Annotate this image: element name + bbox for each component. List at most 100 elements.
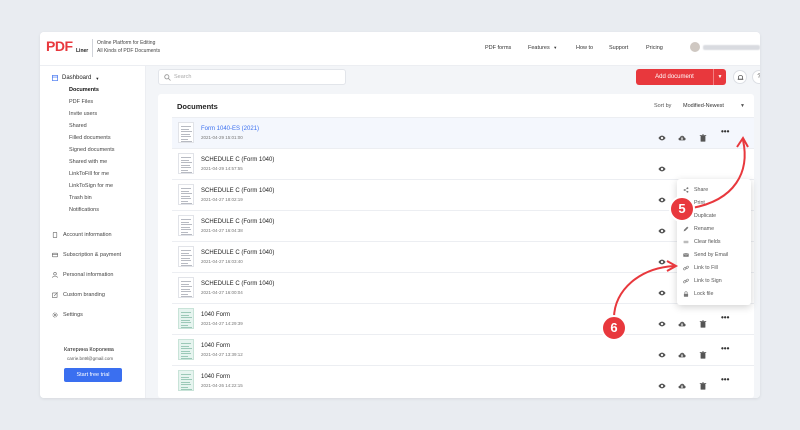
- eye-icon[interactable]: [658, 253, 666, 265]
- start-free-trial-button[interactable]: Start free trial: [64, 368, 122, 382]
- search-input[interactable]: Search: [158, 69, 346, 85]
- table-row[interactable]: Form 1040-ES (2021) 2021-04-29 15:01:00 ••…: [172, 117, 754, 148]
- menu-item-label: Link to Sign: [694, 278, 722, 284]
- chevron-down-icon[interactable]: ▼: [713, 69, 726, 85]
- more-icon[interactable]: •••: [721, 313, 729, 322]
- trash-icon[interactable]: [699, 129, 707, 142]
- main-content: Search Add document ▼ ? Documents Sort b…: [146, 66, 760, 398]
- sidebar-item-linktofill[interactable]: LinkToFill for me: [69, 171, 109, 177]
- avatar[interactable]: [690, 42, 700, 52]
- chevron-down-icon[interactable]: ▼: [740, 103, 745, 109]
- document-thumbnail[interactable]: [178, 308, 194, 329]
- account-user-name: Катерина Королева: [64, 347, 114, 353]
- sidebar-item-settings[interactable]: Settings: [52, 312, 83, 318]
- sort-label: Sort by: [654, 103, 672, 109]
- document-thumbnail[interactable]: [178, 184, 194, 205]
- sidebar-item-documents[interactable]: Documents: [69, 87, 99, 93]
- document-name[interactable]: 1040 Form: [201, 374, 230, 380]
- sidebar-item-personal-information[interactable]: Personal information: [52, 272, 113, 278]
- sort-select[interactable]: Modified-Newest: [683, 103, 724, 109]
- eye-icon[interactable]: [658, 284, 666, 296]
- table-row[interactable]: 1040 Form 2021-04-27 13:39:12 •••: [172, 334, 754, 365]
- sidebar-item-pdf-files[interactable]: PDF Files: [69, 99, 93, 105]
- sidebar-item-filled-documents[interactable]: Filled documents: [69, 135, 111, 141]
- download-icon[interactable]: [678, 315, 686, 327]
- table-row[interactable]: SCHEDULE C (Form 1040) 2021-04-27 18:02:1…: [172, 179, 754, 210]
- download-icon[interactable]: [678, 346, 686, 358]
- more-icon[interactable]: •••: [721, 127, 729, 136]
- more-icon[interactable]: •••: [721, 375, 729, 384]
- eye-icon[interactable]: [658, 222, 666, 234]
- sidebar-item-dashboard[interactable]: Dashboard ▼: [52, 75, 99, 81]
- user-icon: [52, 272, 58, 278]
- download-icon[interactable]: [678, 129, 686, 141]
- document-name[interactable]: SCHEDULE C (Form 1040): [201, 281, 274, 287]
- eye-icon[interactable]: [658, 377, 666, 389]
- trash-icon[interactable]: [699, 346, 707, 359]
- eye-icon[interactable]: [658, 315, 666, 327]
- help-button[interactable]: ?: [752, 70, 760, 84]
- menu-item-lock-file[interactable]: Lock file: [683, 291, 713, 297]
- notifications-button[interactable]: [733, 70, 747, 84]
- sidebar-item-shared-with-me[interactable]: Shared with me: [69, 159, 107, 165]
- dashboard-icon: [52, 75, 58, 81]
- nav-pdf-forms[interactable]: PDF forms: [485, 45, 511, 51]
- sidebar-item-linktosign[interactable]: LinkToSign for me: [69, 183, 113, 189]
- sidebar-item-subscription[interactable]: Subscription & payment: [52, 252, 121, 258]
- nav-pricing[interactable]: Pricing: [646, 45, 663, 51]
- document-name[interactable]: SCHEDULE C (Form 1040): [201, 157, 274, 163]
- sidebar-item-account-information[interactable]: Account information: [52, 232, 112, 238]
- table-row[interactable]: SCHEDULE C (Form 1040) 2021-04-27 16:00:0…: [172, 272, 754, 303]
- link-icon: [683, 265, 689, 271]
- trash-icon[interactable]: [699, 377, 707, 390]
- sidebar-item-invite-users[interactable]: Invite users: [69, 111, 97, 117]
- sidebar-item-notifications[interactable]: Notifications: [69, 207, 99, 213]
- eye-icon[interactable]: [658, 129, 666, 141]
- sidebar-item-custom-branding[interactable]: Custom branding: [52, 292, 105, 298]
- document-thumbnail[interactable]: [178, 370, 194, 391]
- document-name[interactable]: SCHEDULE C (Form 1040): [201, 219, 274, 225]
- eye-icon[interactable]: [658, 191, 666, 203]
- table-row[interactable]: SCHEDULE C (Form 1040) 2021-04-29 14:57:5…: [172, 148, 754, 179]
- document-thumbnail[interactable]: [178, 153, 194, 174]
- sidebar-item-shared[interactable]: Shared: [69, 123, 87, 129]
- menu-item-link-to-sign[interactable]: Link to Sign: [683, 278, 722, 284]
- menu-item-send-by-email[interactable]: Send by Email: [683, 252, 728, 258]
- add-document-button[interactable]: Add document ▼: [636, 69, 726, 85]
- table-row[interactable]: 1040 Form 2021-04-27 14:29:39 •••: [172, 303, 754, 334]
- menu-item-share[interactable]: Share: [683, 187, 708, 193]
- table-row[interactable]: 1040 Form 2021-04-26 14:22:15 •••: [172, 365, 754, 396]
- account-user-email: carrie.bn9l@gmail.com: [67, 356, 114, 361]
- download-icon[interactable]: [678, 377, 686, 389]
- document-name[interactable]: Form 1040-ES (2021): [201, 126, 259, 132]
- menu-item-clear-fields[interactable]: Clear fields: [683, 239, 721, 245]
- menu-item-link-to-fill[interactable]: Link to Fill: [683, 265, 718, 271]
- document-date: 2021-04-27 16:00:04: [201, 290, 243, 295]
- eye-icon[interactable]: [658, 160, 666, 172]
- sidebar-item-signed-documents[interactable]: Signed documents: [69, 147, 115, 153]
- table-row[interactable]: SCHEDULE C (Form 1040) 2021-04-27 16:03:4…: [172, 241, 754, 272]
- user-name-blurred[interactable]: [703, 45, 760, 50]
- eye-icon[interactable]: [658, 346, 666, 358]
- documents-panel: Documents Sort by Modified-Newest ▼ Form…: [158, 94, 754, 398]
- document-thumbnail[interactable]: [178, 215, 194, 236]
- menu-item-rename[interactable]: Rename: [683, 226, 714, 232]
- document-thumbnail[interactable]: [178, 339, 194, 360]
- document-name[interactable]: 1040 Form: [201, 312, 230, 318]
- nav-how-to[interactable]: How to: [576, 45, 593, 51]
- document-name[interactable]: 1040 Form: [201, 343, 230, 349]
- document-thumbnail[interactable]: [178, 122, 194, 143]
- trash-icon[interactable]: [699, 315, 707, 328]
- nav-support[interactable]: Support: [609, 45, 628, 51]
- pencil-icon: [683, 226, 689, 232]
- document-thumbnail[interactable]: [178, 246, 194, 267]
- document-name[interactable]: SCHEDULE C (Form 1040): [201, 188, 274, 194]
- nav-features[interactable]: Features ▼: [528, 45, 557, 51]
- sidebar-item-trash-bin[interactable]: Trash bin: [69, 195, 92, 201]
- document-thumbnail[interactable]: [178, 277, 194, 298]
- document-name[interactable]: SCHEDULE C (Form 1040): [201, 250, 274, 256]
- more-icon[interactable]: •••: [721, 344, 729, 353]
- document-date: 2021-04-27 16:04:38: [201, 228, 243, 233]
- table-row[interactable]: SCHEDULE C (Form 1040) 2021-04-27 16:04:3…: [172, 210, 754, 241]
- pdfliner-logo[interactable]: PDF Liner: [46, 38, 88, 58]
